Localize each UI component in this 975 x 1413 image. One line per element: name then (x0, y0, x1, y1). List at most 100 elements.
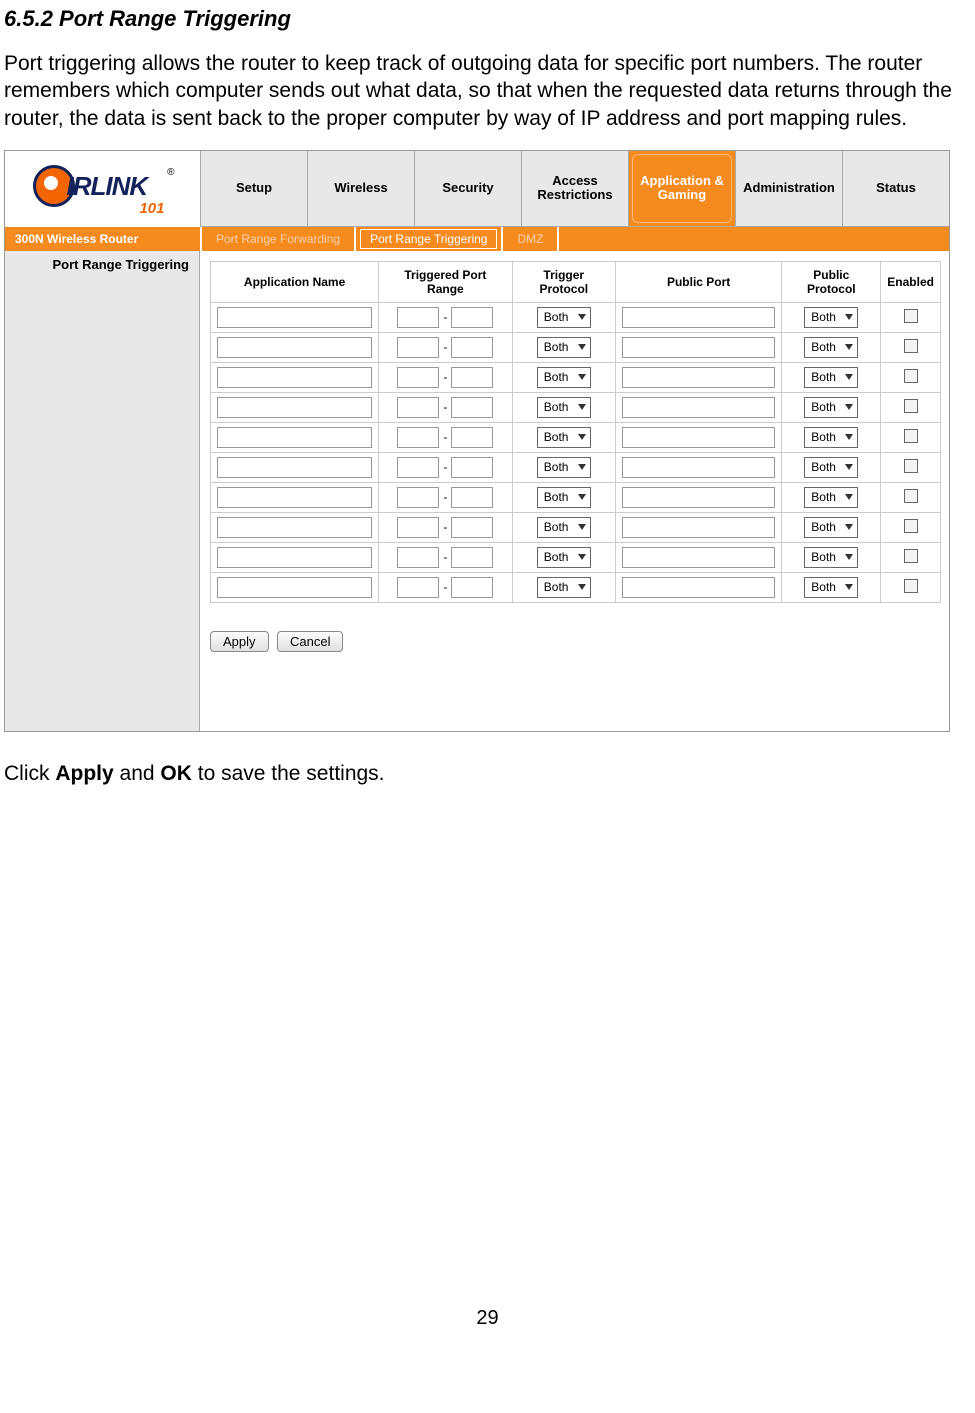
tab-setup[interactable]: Setup (200, 151, 307, 227)
subtab-port-range-triggering[interactable]: Port Range Triggering (356, 227, 503, 251)
trig-port-end-input[interactable] (451, 337, 493, 358)
app-name-input[interactable] (217, 337, 372, 358)
trig-port-start-input[interactable] (397, 427, 439, 448)
public-protocol-select[interactable]: Both (804, 457, 858, 478)
public-port-input[interactable] (622, 517, 775, 538)
trig-port-start-input[interactable] (397, 457, 439, 478)
app-name-input[interactable] (217, 517, 372, 538)
trigger-protocol-select[interactable]: Both (537, 547, 591, 568)
subtab-dmz[interactable]: DMZ (503, 227, 559, 251)
enabled-checkbox[interactable] (904, 459, 918, 473)
tab-access-restrictions[interactable]: Access Restrictions (521, 151, 628, 227)
trigger-protocol-select[interactable]: Both (537, 367, 591, 388)
enabled-checkbox[interactable] (904, 399, 918, 413)
logo-cell: IRLINK ® 101 (5, 151, 200, 227)
public-port-input[interactable] (622, 397, 775, 418)
public-protocol-select[interactable]: Both (804, 307, 858, 328)
chevron-down-icon (845, 404, 853, 410)
public-protocol-select[interactable]: Both (804, 547, 858, 568)
trigger-protocol-select[interactable]: Both (537, 397, 591, 418)
public-port-input[interactable] (622, 577, 775, 598)
trig-port-start-input[interactable] (397, 307, 439, 328)
app-name-input[interactable] (217, 577, 372, 598)
trig-port-end-input[interactable] (451, 457, 493, 478)
trig-port-end-input[interactable] (451, 307, 493, 328)
public-protocol-select[interactable]: Both (804, 337, 858, 358)
enabled-checkbox[interactable] (904, 309, 918, 323)
trig-port-start-input[interactable] (397, 577, 439, 598)
public-protocol-value: Both (811, 310, 836, 324)
public-protocol-select[interactable]: Both (804, 577, 858, 598)
enabled-checkbox[interactable] (904, 489, 918, 503)
enabled-checkbox[interactable] (904, 369, 918, 383)
tab-application-gaming[interactable]: Application & Gaming (628, 151, 735, 227)
trig-port-end-input[interactable] (451, 577, 493, 598)
trigger-protocol-select[interactable]: Both (537, 457, 591, 478)
col-pub-port: Public Port (615, 261, 781, 302)
range-separator: - (439, 490, 451, 504)
public-port-input[interactable] (622, 427, 775, 448)
trigger-protocol-select[interactable]: Both (537, 487, 591, 508)
trig-port-start-input[interactable] (397, 517, 439, 538)
trig-port-end-input[interactable] (451, 547, 493, 568)
trigger-protocol-select[interactable]: Both (537, 337, 591, 358)
trig-port-start-input[interactable] (397, 337, 439, 358)
enabled-checkbox[interactable] (904, 339, 918, 353)
enabled-checkbox[interactable] (904, 549, 918, 563)
public-port-input[interactable] (622, 367, 775, 388)
app-name-input[interactable] (217, 307, 372, 328)
public-port-input[interactable] (622, 547, 775, 568)
public-protocol-select[interactable]: Both (804, 367, 858, 388)
trig-port-start-input[interactable] (397, 547, 439, 568)
public-protocol-select[interactable]: Both (804, 487, 858, 508)
table-row: -BothBoth (211, 422, 941, 452)
app-name-input[interactable] (217, 367, 372, 388)
table-row: -BothBoth (211, 452, 941, 482)
trig-port-end-input[interactable] (451, 397, 493, 418)
tab-administration[interactable]: Administration (735, 151, 842, 227)
trig-port-start-input[interactable] (397, 397, 439, 418)
sub-nav-bar: 300N Wireless Router Port Range Forwardi… (5, 227, 949, 251)
app-name-input[interactable] (217, 397, 372, 418)
tab-wireless[interactable]: Wireless (307, 151, 414, 227)
table-row: -BothBoth (211, 362, 941, 392)
public-port-input[interactable] (622, 307, 775, 328)
apply-button[interactable]: Apply (210, 631, 269, 652)
side-section-label: Port Range Triggering (5, 251, 200, 731)
public-port-input[interactable] (622, 457, 775, 478)
public-protocol-select[interactable]: Both (804, 517, 858, 538)
enabled-checkbox[interactable] (904, 429, 918, 443)
trigger-protocol-select[interactable]: Both (537, 517, 591, 538)
trigger-protocol-value: Both (544, 430, 569, 444)
app-name-input[interactable] (217, 487, 372, 508)
router-model-label: 300N Wireless Router (5, 232, 200, 246)
chevron-down-icon (578, 344, 586, 350)
public-port-input[interactable] (622, 487, 775, 508)
trig-port-end-input[interactable] (451, 487, 493, 508)
chevron-down-icon (578, 584, 586, 590)
trigger-protocol-select[interactable]: Both (537, 307, 591, 328)
trig-port-end-input[interactable] (451, 367, 493, 388)
cancel-button[interactable]: Cancel (277, 631, 343, 652)
trigger-protocol-select[interactable]: Both (537, 577, 591, 598)
app-name-input[interactable] (217, 427, 372, 448)
enabled-checkbox[interactable] (904, 519, 918, 533)
button-row: Apply Cancel (210, 631, 941, 652)
tab-status[interactable]: Status (842, 151, 949, 227)
table-row: -BothBoth (211, 332, 941, 362)
public-protocol-select[interactable]: Both (804, 397, 858, 418)
public-port-input[interactable] (622, 337, 775, 358)
public-protocol-select[interactable]: Both (804, 427, 858, 448)
tab-security[interactable]: Security (414, 151, 521, 227)
trig-port-start-input[interactable] (397, 487, 439, 508)
trigger-protocol-value: Both (544, 400, 569, 414)
enabled-checkbox[interactable] (904, 579, 918, 593)
trig-port-start-input[interactable] (397, 367, 439, 388)
trig-port-end-input[interactable] (451, 517, 493, 538)
app-name-input[interactable] (217, 457, 372, 478)
subtab-port-range-forwarding[interactable]: Port Range Forwarding (200, 227, 356, 251)
app-name-input[interactable] (217, 547, 372, 568)
trig-port-end-input[interactable] (451, 427, 493, 448)
trigger-protocol-select[interactable]: Both (537, 427, 591, 448)
range-separator: - (439, 400, 451, 414)
